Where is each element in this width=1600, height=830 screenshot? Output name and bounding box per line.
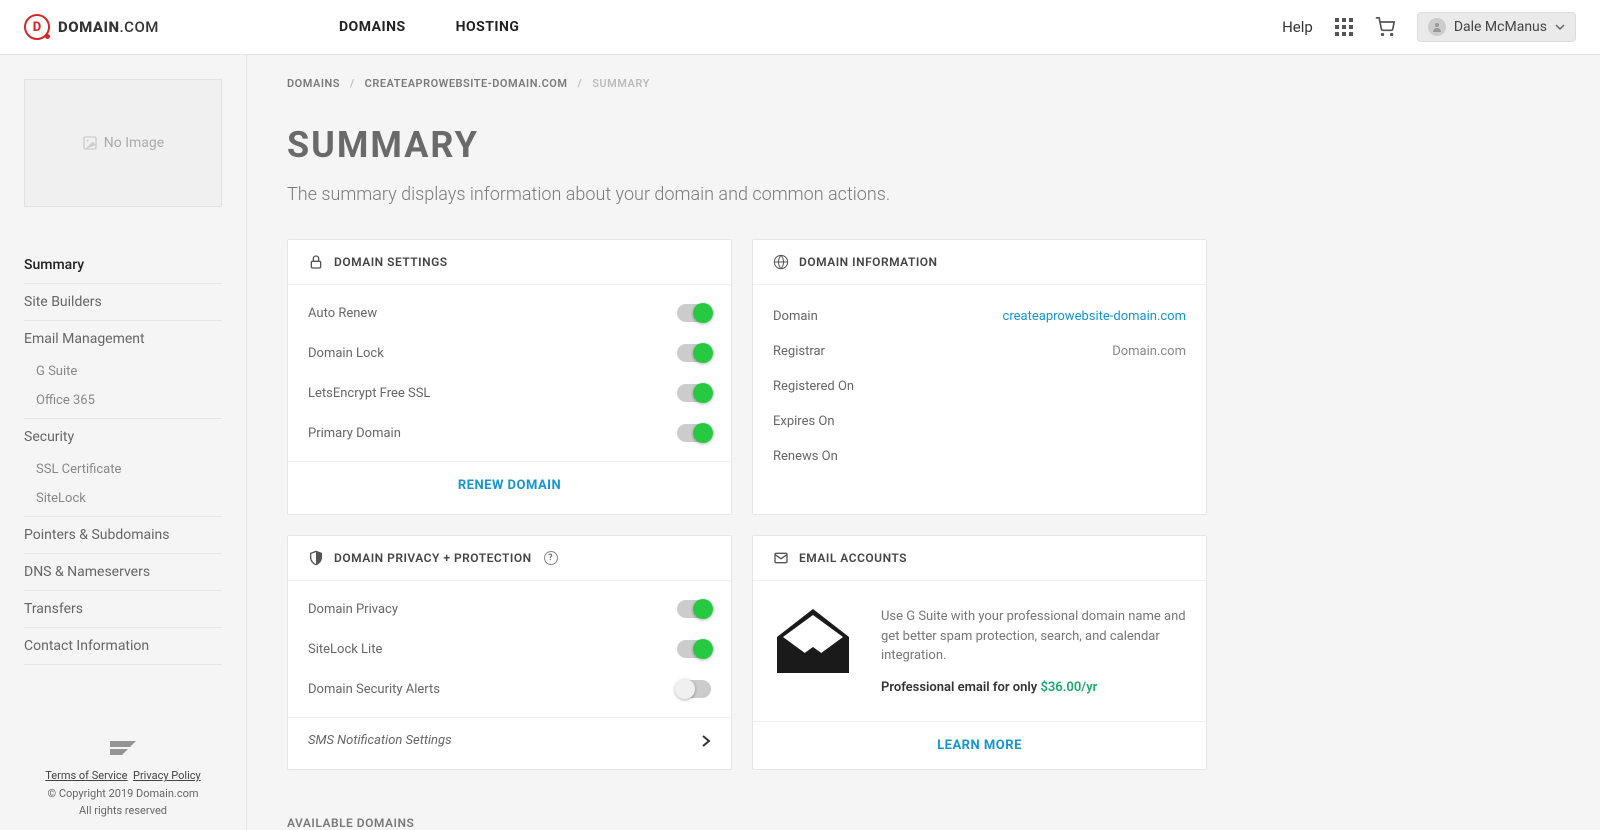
breadcrumb-sep: /	[578, 77, 583, 90]
nav-domains[interactable]: DOMAINS	[339, 19, 406, 35]
toggle-letsencrypt[interactable]	[677, 384, 711, 402]
footer-logo-icon	[110, 741, 136, 759]
top-nav: DOMAINS HOSTING	[339, 19, 520, 35]
main-content: DOMAINS / CREATEAPROWEBSITE-DOMAIN.COM /…	[247, 55, 1600, 830]
setting-letsencrypt: LetsEncrypt Free SSL	[288, 373, 731, 413]
envelope-icon	[773, 550, 789, 566]
sidebar-item-security[interactable]: Security	[24, 419, 222, 455]
privacy-link[interactable]: Privacy Policy	[133, 769, 201, 782]
rights-text: All rights reserved	[24, 802, 222, 820]
sidebar-item-gsuite[interactable]: G Suite	[24, 357, 222, 386]
setting-security-alerts: Domain Security Alerts	[288, 669, 731, 709]
renew-domain-button[interactable]: RENEW DOMAIN	[288, 461, 731, 509]
lock-icon	[308, 254, 324, 270]
toggle-domain-privacy[interactable]	[677, 600, 711, 618]
image-icon	[82, 135, 98, 151]
toggle-auto-renew[interactable]	[677, 304, 711, 322]
user-menu[interactable]: Dale McManus	[1417, 12, 1576, 42]
info-row-renews: Renews On	[753, 439, 1206, 474]
domain-settings-card: DOMAIN SETTINGS Auto Renew Domain Lock L…	[287, 239, 732, 515]
email-accounts-card: EMAIL ACCOUNTS Use G Suite with your pro…	[752, 535, 1207, 770]
sidebar-item-pointers[interactable]: Pointers & Subdomains	[24, 517, 222, 554]
sms-notification-settings[interactable]: SMS Notification Settings	[288, 717, 731, 763]
info-row-expires: Expires On	[753, 404, 1206, 439]
help-icon[interactable]: ?	[544, 551, 558, 565]
breadcrumb-sep: /	[350, 77, 355, 90]
card-header-email: EMAIL ACCOUNTS	[753, 536, 1206, 581]
setting-sitelock-lite: SiteLock Lite	[288, 629, 731, 669]
domain-link[interactable]: createaprowebsite-domain.com	[1003, 309, 1186, 324]
topbar-right: Help Dale McManus	[1282, 12, 1576, 42]
info-row-registered: Registered On	[753, 369, 1206, 404]
chevron-down-icon	[1555, 22, 1565, 32]
copyright-text: © Copyright 2019 Domain.com	[24, 785, 222, 803]
apps-grid-icon[interactable]	[1335, 18, 1353, 36]
card-header-domain-settings: DOMAIN SETTINGS	[288, 240, 731, 285]
page-title: SUMMARY	[287, 124, 1560, 166]
shield-icon	[308, 550, 324, 566]
sidebar-footer: Terms of Service Privacy Policy © Copyri…	[24, 741, 222, 820]
info-row-registrar: Registrar Domain.com	[753, 334, 1206, 369]
sidebar-item-contact[interactable]: Contact Information	[24, 628, 222, 665]
avatar-icon	[1428, 18, 1446, 36]
cart-icon[interactable]	[1375, 17, 1395, 37]
sidebar-item-site-builders[interactable]: Site Builders	[24, 284, 222, 321]
toggle-sitelock-lite[interactable]	[677, 640, 711, 658]
tos-link[interactable]: Terms of Service	[45, 769, 127, 782]
email-body-text: Use G Suite with your professional domai…	[881, 607, 1186, 666]
breadcrumb-domains[interactable]: DOMAINS	[287, 77, 340, 90]
toggle-security-alerts[interactable]	[677, 680, 711, 698]
card-header-domain-info: DOMAIN INFORMATION	[753, 240, 1206, 285]
setting-auto-renew: Auto Renew	[288, 293, 731, 333]
sidebar-item-sitelock[interactable]: SiteLock	[24, 484, 222, 517]
breadcrumb-domain-name[interactable]: CREATEAPROWEBSITE-DOMAIN.COM	[365, 77, 568, 90]
help-link[interactable]: Help	[1282, 18, 1313, 36]
brand-text: DOMAIN.COM	[58, 18, 159, 36]
nav-hosting[interactable]: HOSTING	[456, 19, 520, 35]
breadcrumb: DOMAINS / CREATEAPROWEBSITE-DOMAIN.COM /…	[287, 77, 1560, 90]
brand-logo[interactable]: D DOMAIN.COM	[24, 14, 159, 40]
sidebar-item-transfers[interactable]: Transfers	[24, 591, 222, 628]
sidebar-item-dns[interactable]: DNS & Nameservers	[24, 554, 222, 591]
toggle-primary-domain[interactable]	[677, 424, 711, 442]
setting-primary-domain: Primary Domain	[288, 413, 731, 453]
open-envelope-icon	[773, 607, 853, 677]
setting-domain-privacy: Domain Privacy	[288, 589, 731, 629]
page-subtitle: The summary displays information about y…	[287, 184, 1560, 205]
sidebar-item-office365[interactable]: Office 365	[24, 386, 222, 419]
globe-icon	[773, 254, 789, 270]
info-row-domain: Domain createaprowebsite-domain.com	[753, 299, 1206, 334]
available-domains-label: AVAILABLE DOMAINS	[287, 816, 1560, 830]
email-price-text: Professional email for only $36.00/yr	[881, 680, 1186, 695]
domain-info-card: DOMAIN INFORMATION Domain createaprowebs…	[752, 239, 1207, 515]
user-name: Dale McManus	[1454, 19, 1547, 35]
card-header-privacy: DOMAIN PRIVACY + PROTECTION ?	[288, 536, 731, 581]
learn-more-button[interactable]: LEARN MORE	[753, 721, 1206, 769]
breadcrumb-current: SUMMARY	[592, 77, 650, 90]
privacy-card: DOMAIN PRIVACY + PROTECTION ? Domain Pri…	[287, 535, 732, 770]
topbar: D DOMAIN.COM DOMAINS HOSTING Help Dale M…	[0, 0, 1600, 55]
logo-icon: D	[24, 14, 50, 40]
sidebar-item-email-management[interactable]: Email Management	[24, 321, 222, 357]
chevron-right-icon	[701, 734, 711, 748]
toggle-domain-lock[interactable]	[677, 344, 711, 362]
sidebar: No Image Summary Site Builders Email Man…	[0, 55, 247, 830]
sidebar-item-ssl-certificate[interactable]: SSL Certificate	[24, 455, 222, 484]
setting-domain-lock: Domain Lock	[288, 333, 731, 373]
sidebar-item-summary[interactable]: Summary	[24, 247, 222, 284]
site-thumbnail-placeholder: No Image	[24, 79, 222, 207]
